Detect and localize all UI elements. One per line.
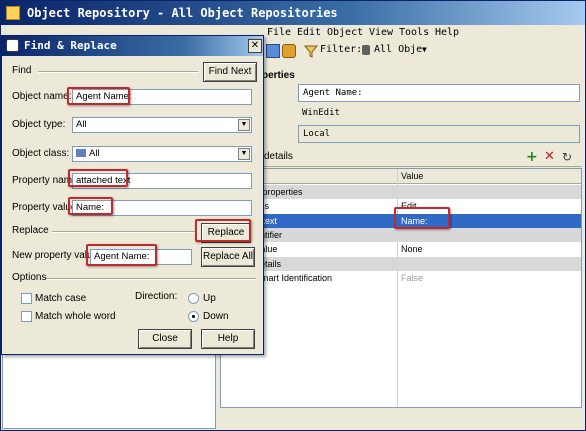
- highlight-property-name: [68, 169, 128, 187]
- highlight-object-name: [67, 87, 130, 105]
- class-field: WinEdit: [302, 108, 340, 118]
- menu-file[interactable]: File: [267, 27, 291, 38]
- highlight-property-value: [68, 197, 113, 215]
- add-icon[interactable]: +: [526, 150, 540, 164]
- highlight-replace-button: [195, 219, 251, 242]
- help-button[interactable]: Help: [201, 329, 255, 349]
- menu-object[interactable]: Object: [327, 27, 363, 38]
- find-divider: [38, 71, 198, 73]
- replace-all-button[interactable]: Replace All: [201, 247, 255, 267]
- table-row[interactable]: nt: [221, 285, 581, 299]
- options-section-label: Options: [12, 272, 47, 283]
- match-whole-word-checkbox[interactable]: [21, 311, 32, 322]
- row-name: Smart Identification: [255, 272, 333, 283]
- menu-tools[interactable]: Tools: [399, 27, 429, 38]
- highlight-icon[interactable]: [282, 44, 296, 58]
- chevron-down-icon: ▼: [422, 45, 427, 54]
- match-case-label: Match case: [35, 293, 87, 304]
- row-value: False: [401, 272, 424, 283]
- dialog-icon: [6, 39, 19, 52]
- menu-help[interactable]: Help: [435, 27, 459, 38]
- close-icon[interactable]: ✕: [248, 39, 262, 53]
- direction-down-label: Down: [203, 311, 229, 322]
- class-icon: [76, 149, 86, 157]
- remove-icon[interactable]: ✕: [544, 150, 558, 164]
- find-next-button[interactable]: Find Next: [203, 62, 257, 82]
- table-row[interactable]: entifier: [221, 227, 581, 242]
- object-type-value: All: [76, 119, 87, 130]
- match-whole-word-label: Match whole word: [35, 311, 116, 322]
- dialog-title: Find & Replace: [24, 39, 117, 52]
- details-title: details: [264, 151, 293, 162]
- object-name-label: Object name:: [12, 91, 72, 102]
- chevron-down-icon[interactable]: ▼: [238, 119, 250, 131]
- details-table: Value n propertiesassEditd textName:enti…: [220, 168, 582, 408]
- table-row[interactable]: n properties: [221, 185, 581, 199]
- menu-view[interactable]: View: [369, 27, 393, 38]
- filter-select[interactable]: All Obje ▼: [362, 42, 434, 58]
- main-window-title: Object Repository - All Object Repositor…: [27, 6, 338, 20]
- options-divider: [46, 278, 256, 280]
- chevron-down-icon[interactable]: ▼: [238, 148, 250, 160]
- refresh-icon[interactable]: ↻: [562, 150, 576, 164]
- direction-down-radio[interactable]: [188, 311, 199, 322]
- repository-field: Local: [298, 125, 580, 143]
- replace-section-label: Replace: [12, 225, 49, 236]
- object-class-label: Object class:: [12, 148, 70, 159]
- match-case-checkbox[interactable]: [21, 293, 32, 304]
- highlight-new-property-value: [86, 244, 157, 266]
- menu-edit[interactable]: Edit: [297, 27, 321, 38]
- app-icon: [6, 6, 20, 20]
- find-replace-dialog: Find & Replace ✕ Find Find Next Object n…: [1, 35, 264, 355]
- highlight-selected-value: [394, 207, 450, 229]
- object-class-select[interactable]: All ▼: [72, 146, 252, 162]
- filter-label: Filter:: [320, 44, 363, 55]
- direction-up-label: Up: [203, 293, 216, 304]
- object-type-select[interactable]: All ▼: [72, 117, 252, 133]
- main-title-bar: Object Repository - All Object Repositor…: [1, 1, 585, 25]
- column-header-value: Value: [401, 171, 424, 181]
- object-name-field[interactable]: Agent Name:: [298, 84, 580, 102]
- find-section-label: Find: [12, 65, 32, 76]
- table-row[interactable]: Smart Identification False: [221, 271, 581, 285]
- direction-up-radio[interactable]: [188, 293, 199, 304]
- table-header-row: Value: [221, 169, 581, 184]
- table-row[interactable]: Value None: [221, 242, 581, 256]
- details-header: details + ✕ ↻: [220, 148, 582, 167]
- objects-icon[interactable]: [266, 44, 280, 58]
- replace-divider: [52, 231, 196, 233]
- dialog-title-bar: Find & Replace ✕: [2, 36, 263, 56]
- filter-value: All Obje: [374, 44, 423, 55]
- object-type-icon: [362, 45, 370, 55]
- close-button[interactable]: Close: [138, 329, 192, 349]
- row-value: None: [401, 244, 423, 255]
- filter-icon: [303, 44, 319, 58]
- direction-label: Direction:: [135, 291, 178, 302]
- table-row[interactable]: details: [221, 256, 581, 271]
- properties-header: perties: [262, 70, 295, 81]
- object-type-label: Object type:: [12, 119, 66, 130]
- object-class-value: All: [89, 148, 100, 159]
